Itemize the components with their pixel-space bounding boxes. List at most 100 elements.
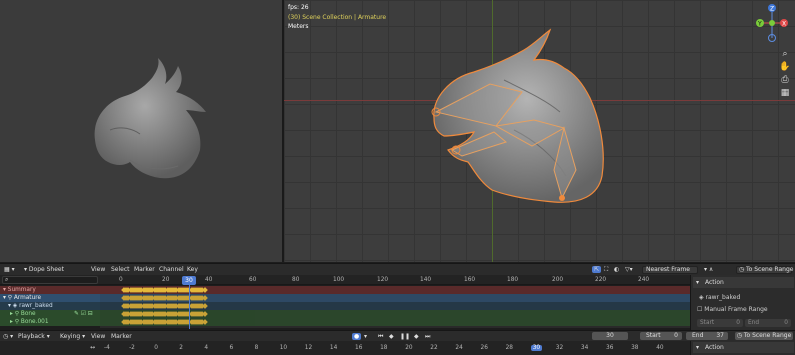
timeline-tick: 14	[329, 345, 338, 351]
timeline-tick: 2	[179, 345, 183, 351]
next-key-icon[interactable]: ◆	[414, 333, 419, 340]
filter-icon[interactable]: ▽▾	[625, 266, 633, 273]
manual-range-checkbox[interactable]: ☐ Manual Frame Range	[697, 306, 768, 313]
to-scene-range-label: To Scene Range	[746, 266, 794, 273]
clock-icon: ◷	[739, 266, 745, 273]
editor-type-icon[interactable]: ▦ ▾	[4, 266, 15, 273]
playhead-frame[interactable]: 30	[182, 276, 196, 285]
timeline-tick: 16	[355, 345, 363, 351]
end-frame-field[interactable]: End 37	[686, 332, 728, 340]
menu-view[interactable]: View	[91, 266, 105, 273]
hand-pan-icon[interactable]: ✋	[779, 61, 791, 73]
timeline-tick: 22	[430, 345, 438, 351]
timeline-tick: 36	[606, 345, 614, 351]
channel-summary[interactable]: ▾ Summary	[0, 286, 100, 294]
pause-icon[interactable]: ❚❚	[400, 333, 410, 340]
timeline-tick: 38	[631, 345, 639, 351]
menu-marker[interactable]: Marker	[134, 266, 155, 273]
timeline-tick: 32	[555, 345, 564, 351]
timeline-tick: 28	[505, 345, 513, 351]
keyframe[interactable]	[201, 294, 208, 301]
search-icon: ⌕	[5, 276, 9, 283]
timeline-tick: 8	[254, 345, 259, 351]
timeline-tick: 10	[279, 345, 288, 351]
proportional-icon[interactable]: ◐	[614, 266, 619, 273]
action-panel-header[interactable]: ▾ Action	[693, 277, 794, 288]
timeline-tick: -2	[129, 345, 135, 351]
timeline-tick: 26	[480, 345, 488, 351]
timeline-playhead: 30	[530, 345, 543, 351]
keying-menu[interactable]: Keying ▾	[60, 333, 85, 340]
camera-icon[interactable]: ⎙	[779, 74, 791, 86]
menu-key[interactable]: Key	[187, 266, 198, 273]
timeline-view-menu[interactable]: View	[91, 333, 105, 340]
keyframe[interactable]	[201, 302, 208, 309]
keyframe[interactable]	[201, 318, 208, 325]
dragon-armature-mesh	[431, 28, 604, 203]
select-tool-icon[interactable]: ⇱	[592, 266, 602, 273]
bone-controls-icon[interactable]: ✎ ☑ ⊟	[74, 310, 93, 318]
timeline-tick: 34	[580, 345, 589, 351]
timeline-tick: -4	[104, 345, 110, 351]
menu-channel[interactable]: Channel	[159, 266, 184, 273]
keyframe[interactable]	[201, 286, 208, 293]
timeline-tick: 24	[455, 345, 463, 351]
timeline-editor-icon[interactable]: ◷ ▾	[3, 333, 13, 340]
action-start-field[interactable]: Start 0	[697, 319, 743, 327]
timeline-tick: 12	[304, 345, 313, 351]
dopesheet-frame-ruler[interactable]: ↔ 0 20 40 60 80 100 120 140 160 180 200 …	[0, 275, 690, 285]
snap-toggle-icon[interactable]: ▾ ∧	[704, 266, 713, 273]
snap-label: Nearest Frame	[646, 266, 690, 273]
channel-search-input[interactable]: ⌕	[2, 276, 98, 284]
record-options-icon[interactable]: ▾	[364, 333, 367, 340]
channel-action[interactable]: ▾ ◈ rawr_baked	[0, 302, 100, 310]
playback-menu[interactable]: Playback ▾	[18, 333, 50, 340]
menu-select[interactable]: Select	[111, 266, 130, 273]
fps-readout: fps: 26	[288, 4, 309, 11]
dopesheet-sidebar: ▾ Action ◈ rawr_baked ☐ Manual Frame Ran…	[690, 275, 795, 330]
action-name-field[interactable]: ◈ rawr_baked	[699, 294, 740, 301]
current-frame-field[interactable]: 30	[592, 332, 628, 340]
channel-list: ▾ Summary ▾ ⚲ Armature ▾ ◈ rawr_baked ▸ …	[0, 286, 100, 328]
start-frame-field[interactable]: Start 0	[640, 332, 682, 340]
timeline-tick: 0	[154, 345, 158, 351]
jump-end-icon[interactable]: ⏭	[425, 333, 430, 341]
action-end-field[interactable]: End 0	[745, 319, 791, 327]
timeline-tick: 6	[229, 345, 234, 351]
keyframe[interactable]	[201, 310, 208, 317]
left-3d-viewport[interactable]	[0, 0, 282, 262]
timeline-frame-ruler[interactable]: ↔ -4 -2 0 2 4 6 8 10 12 14 16 18 20 22 24 26 28 30 32 34 36 3…	[0, 341, 690, 355]
units-label: Meters	[288, 23, 309, 30]
channel-bone[interactable]: ▸ ⚲ Bone ✎ ☑ ⊟	[0, 310, 100, 318]
dopesheet-header: ▦ ▾ ▾ Dope Sheet View Select Marker Chan…	[0, 263, 795, 275]
channel-bone-001[interactable]: ▸ ⚲ Bone.001	[0, 318, 100, 326]
prev-key-icon[interactable]: ◆	[389, 333, 394, 340]
record-icon[interactable]: ●	[352, 333, 362, 340]
viewport-hud: fps: 26 (30) Scene Collection | Armature…	[288, 3, 386, 32]
navigation-gizmo[interactable]: X Z Y	[752, 2, 792, 46]
timeline-tick: 18	[380, 345, 388, 351]
channel-armature[interactable]: ▾ ⚲ Armature	[0, 294, 100, 302]
timeline-swap-icon[interactable]: ↔	[90, 344, 95, 351]
timeline-header: ◷ ▾ Playback ▾ Keying ▾ View Marker ● ▾ …	[0, 330, 795, 341]
timeline-tick: 20	[405, 345, 413, 351]
timeline-action-header[interactable]: ▾ Action	[693, 342, 794, 353]
collapse-icon: ▾	[696, 344, 700, 351]
transform-icon[interactable]: ⛶	[604, 266, 608, 274]
jump-start-icon[interactable]: ⏮	[378, 333, 383, 341]
mode-dropdown[interactable]: ▾ Dope Sheet	[24, 266, 64, 273]
timeline-sidebar: ▾ Action	[690, 341, 795, 355]
timeline-marker-menu[interactable]: Marker	[111, 333, 132, 340]
dragon-mesh-preview	[94, 58, 206, 179]
main-3d-viewport[interactable]	[284, 0, 795, 262]
svg-text:Z: Z	[770, 6, 774, 13]
svg-text:Y: Y	[757, 21, 762, 28]
grid-icon[interactable]: ▦	[779, 87, 791, 99]
collapse-icon: ▾	[696, 279, 700, 286]
timeline-to-scene-range[interactable]: ◷ To Scene Range	[735, 332, 793, 340]
svg-text:X: X	[782, 21, 786, 28]
zoom-icon[interactable]: ⌕	[779, 48, 791, 60]
timeline-tick: 40	[656, 345, 664, 351]
collection-label: (30) Scene Collection | Armature	[288, 13, 387, 21]
timeline-tick: 4	[204, 345, 209, 351]
